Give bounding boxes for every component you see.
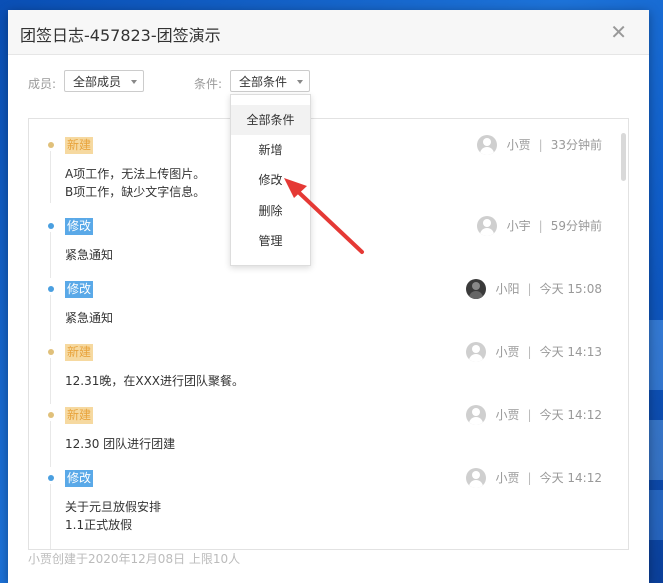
annotation-arrow-icon — [284, 178, 364, 254]
